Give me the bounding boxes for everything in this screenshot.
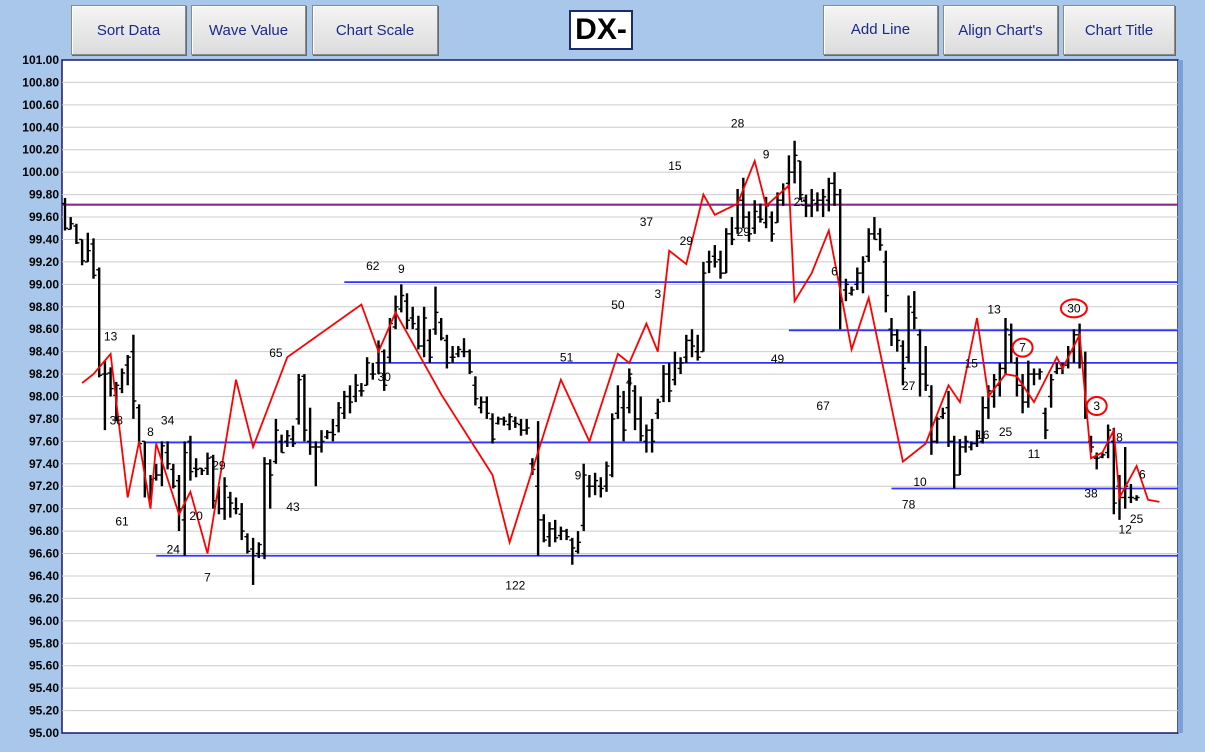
y-tick-label: 95.60 (29, 659, 59, 673)
wave-label: 7 (204, 571, 211, 585)
wave-label: 12 (1119, 522, 1133, 536)
y-tick-label: 98.60 (29, 322, 59, 336)
y-tick-label: 99.20 (29, 255, 59, 269)
wave-label: 122 (505, 578, 525, 592)
wave-label: 6 (1139, 467, 1146, 481)
wave-label: 43 (286, 500, 300, 514)
wave-label: 3 (654, 287, 661, 301)
y-tick-label: 97.00 (29, 502, 59, 516)
y-tick-label: 100.20 (22, 143, 59, 157)
wave-label: 25 (794, 195, 808, 209)
wave-label: 51 (560, 351, 574, 365)
wave-label: 29 (212, 458, 226, 472)
wave-label: 3 (1093, 399, 1100, 413)
y-tick-label: 96.60 (29, 547, 59, 561)
wave-label: 7 (1019, 341, 1026, 355)
wave-label: 9 (763, 148, 770, 162)
y-tick-label: 99.00 (29, 277, 59, 291)
wave-label: 8 (147, 425, 154, 439)
y-tick-label: 96.00 (29, 614, 59, 628)
wave-label: 11 (1028, 447, 1041, 461)
y-tick-label: 99.40 (29, 232, 59, 246)
wave-label: 49 (771, 352, 785, 366)
y-tick-label: 100.40 (22, 120, 59, 134)
y-tick-label: 99.60 (29, 210, 59, 224)
wave-label: 8 (1116, 430, 1123, 444)
y-tick-label: 97.60 (29, 434, 59, 448)
y-tick-label: 95.80 (29, 636, 59, 650)
wave-label: 20 (189, 509, 203, 523)
y-tick-label: 98.20 (29, 367, 59, 381)
wave-label: 38 (110, 414, 124, 428)
wave-label: 34 (161, 414, 175, 428)
y-tick-label: 95.40 (29, 681, 59, 695)
y-tick-label: 97.80 (29, 412, 59, 426)
y-axis-ticks: 101.00 100.80 100.60 100.40 100.20 100.00 99.8… (22, 53, 59, 740)
price-chart[interactable]: 101.00 100.80 100.60 100.40 100.20 100.00 99.8… (0, 0, 1205, 752)
wave-label: 37 (640, 215, 654, 229)
y-tick-label: 96.20 (29, 591, 59, 605)
wave-label: 13 (987, 302, 1001, 316)
wave-label: 30 (378, 370, 392, 384)
wave-label: 27 (902, 379, 916, 393)
y-tick-label: 97.20 (29, 479, 59, 493)
y-tick-label: 98.40 (29, 345, 59, 359)
wave-label: 61 (115, 514, 129, 528)
wave-label: 16 (976, 428, 990, 442)
wave-label: 50 (611, 298, 625, 312)
wave-label: 9 (575, 469, 582, 483)
wave-label: 38 (1084, 486, 1098, 500)
y-tick-label: 98.80 (29, 300, 59, 314)
wave-label: 78 (902, 498, 916, 512)
wave-label: 15 (668, 159, 682, 173)
y-tick-label: 98.00 (29, 390, 59, 404)
y-tick-label: 96.40 (29, 569, 59, 583)
wave-label: 65 (269, 346, 283, 360)
wave-label: 10 (913, 475, 927, 489)
wave-label: 13 (104, 329, 118, 343)
wave-label: 15 (965, 356, 979, 370)
wave-label: 62 (366, 259, 380, 273)
wave-label: 29 (680, 234, 694, 248)
y-tick-label: 99.80 (29, 188, 59, 202)
wave-label: 6 (831, 264, 838, 278)
wave-label: 24 (167, 543, 181, 557)
wave-label: 28 (731, 116, 745, 130)
y-tick-label: 100.80 (22, 75, 59, 89)
y-tick-label: 95.20 (29, 704, 59, 718)
wave-label: 67 (816, 399, 830, 413)
wave-label: 29 (737, 225, 751, 239)
y-tick-label: 97.40 (29, 457, 59, 471)
y-tick-label: 100.60 (22, 98, 59, 112)
wave-label: 25 (1130, 512, 1144, 526)
y-tick-label: 100.00 (22, 165, 59, 179)
wave-label: 4 (626, 374, 633, 388)
y-tick-label: 101.00 (22, 53, 59, 67)
wave-label: 9 (398, 262, 405, 276)
y-tick-label: 96.80 (29, 524, 59, 538)
wave-label: 25 (999, 425, 1013, 439)
wave-label: 30 (1067, 301, 1081, 315)
chart-right-border (1178, 60, 1183, 733)
y-tick-label: 95.00 (29, 726, 59, 740)
